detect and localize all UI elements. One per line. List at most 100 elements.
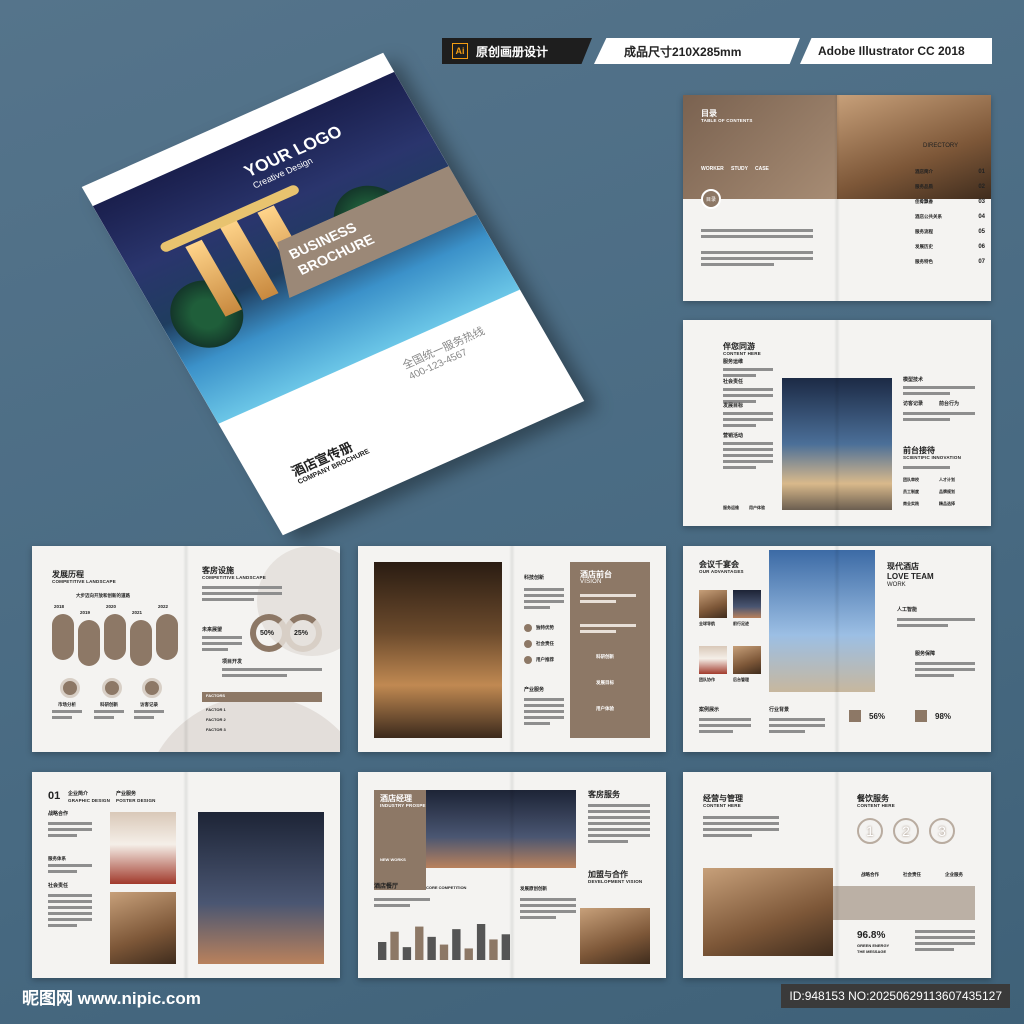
s3-text [222,668,322,680]
s2-label: 社会责任 [723,379,744,385]
s7-title2: 客房服务 [588,790,620,799]
s2-right-tag: 前台行为 [939,401,960,407]
s3-text [52,710,82,722]
s6-title2: 产业服务 POSTER DESIGN [116,791,156,803]
s8-title2: 餐饮服务 CONTENT HERE [857,794,895,809]
s5-case: 案例展示 [699,707,720,713]
s6-text [48,864,92,876]
s4-text [580,624,636,636]
s3-text [202,636,242,654]
bar [427,936,436,960]
s3-year: 2022 [158,604,169,609]
toc-text [701,251,813,269]
brochure-cover: YOUR LOGO Creative Design BUSINESS BROCH… [81,52,585,536]
s7-text [588,804,650,846]
s6-label: 服务体系 [48,856,66,861]
spread-toc: 目录 TABLE OF CONTENTS WORKER STUDY CASE 目录… [683,95,991,301]
s3-pct1: 50% [260,630,275,637]
s6-photo-restaurant [110,892,176,964]
s2-label: 发展目标 [723,403,744,409]
toc-directory: DIRECTORY [923,143,959,149]
s8-title: 经营与管理 CONTENT HERE [703,794,743,809]
s5-title: 会议千宴会 OUR ADVANTAGES [699,560,744,575]
s4-label: 科技创新 [524,575,545,581]
toc-item: 服务特色 07 [915,259,985,265]
toc-tab: WORKER [701,166,724,172]
toc-tab: CASE [755,166,769,172]
toc-text [701,229,813,241]
s8-pct-sub1: GREEN ENERGY [857,943,890,948]
toc-chip: 目录 [701,189,721,209]
bar [402,947,412,960]
toc-title: 目录 TABLE OF CONTENTS [701,109,753,124]
s5-text [897,618,975,630]
s4-icon-label: 用户体验 [596,706,614,711]
s2-text [903,466,975,472]
s5-text [915,662,975,680]
s8-digit: 1 [857,818,883,844]
s8-icon-label: 社会责任 [903,872,921,877]
bar [464,948,473,960]
s5-grid-label: 前行足迹 [733,621,749,626]
s5-title2: 现代酒店 [887,562,919,571]
s2-right-title: 前台接待 SCIENTIFIC INNOVATION [903,446,962,461]
s7-develop: 发展原创创新 [520,886,547,891]
s5-grid-label: 团队协作 [699,677,715,682]
s4-panel [570,562,650,738]
s3-pill [130,620,152,666]
s6-photo-building [198,812,324,964]
s8-icon-label: 战略合作 [861,872,879,877]
s3-table-head-label: FACTORS [206,693,226,698]
s5-thumb [699,590,727,618]
s2-table: 商业实践 [903,501,919,506]
s4-text [524,698,564,728]
s7-photo [426,790,576,868]
toc-item: 服务流程 05 [915,229,985,235]
s3-year: 2021 [132,610,143,615]
s3-project: 项目开发 [222,659,243,665]
s3-title2: 客房设施 COMPETITIVE LANDSCAPE [202,566,266,581]
s4-title: 酒店前台 VISION [580,570,612,586]
badge-design-label: 原创画册设计 [476,44,549,59]
spread-meeting: 会议千宴会 OUR ADVANTAGES 全球导航 前行足迹 团队协作 后台管理 … [683,546,991,752]
spread-manager: 酒店经理 INDUSTRY PROSPECTS NEW WORKS 酒店餐厅 CO… [358,772,666,978]
spread-lobby: 科技创新 独特优势 社会责任 用户推荐 产业服务 酒店前台 VISION 科研创新… [358,546,666,752]
s3-row: FACTOR 2 [206,717,226,722]
s3-year: 2020 [106,604,117,609]
s6-label: 战略合作 [48,811,69,817]
cover-mockup: YOUR LOGO Creative Design BUSINESS BROCH… [81,52,585,536]
s2-text [903,412,975,424]
s4-text [580,594,636,606]
s4-icon-label: 发展目标 [596,680,614,685]
s7-bar-chart [378,924,510,960]
s4-product: 产业服务 [524,687,545,693]
s4-dot-label: 社会责任 [536,641,554,646]
toc-tab: STUDY [731,166,748,172]
s2-table: 品牌规划 [939,489,955,494]
s5-pct2: 98% [935,712,952,721]
s3-year: 2018 [54,604,65,609]
s8-icon-label: 企业服务 [945,872,963,877]
s8-text [915,930,975,954]
s2-table: 员工制度 [903,489,919,494]
site-watermark: 昵图网 www.nipic.com [22,989,201,1008]
s3-road: 大步迈向开放和创新的道路 [76,593,130,598]
spread-management: 经营与管理 CONTENT HERE 餐饮服务 CONTENT HERE 1 2 3… [683,772,991,978]
s3-circle-label: 访客记录 [140,702,158,707]
s5-work: WORK [887,582,906,588]
s4-dot [524,640,532,648]
s5-love: LOVE TEAM [887,572,934,581]
s3-circle-icon [60,678,80,698]
s7-core: CORE COMPETITION [426,885,467,890]
s8-digit: 2 [893,818,919,844]
s6-num: 01 [48,790,61,802]
s7-dining: 酒店餐厅 [374,884,399,890]
toc-list: 酒店简介 01 服务品质 02 佳肴飘香 03 酒店公共关系 04 服务流程 05 发展历… [915,169,985,274]
s2-table: 人才计划 [939,477,955,482]
s3-year: 2019 [80,610,91,615]
s5-thumb [733,590,761,618]
bar [452,929,461,960]
badge-software: Adobe Illustrator CC 2018 [800,38,992,64]
s3-row: FACTOR 1 [206,707,226,712]
s5-stat-icon [915,710,927,722]
